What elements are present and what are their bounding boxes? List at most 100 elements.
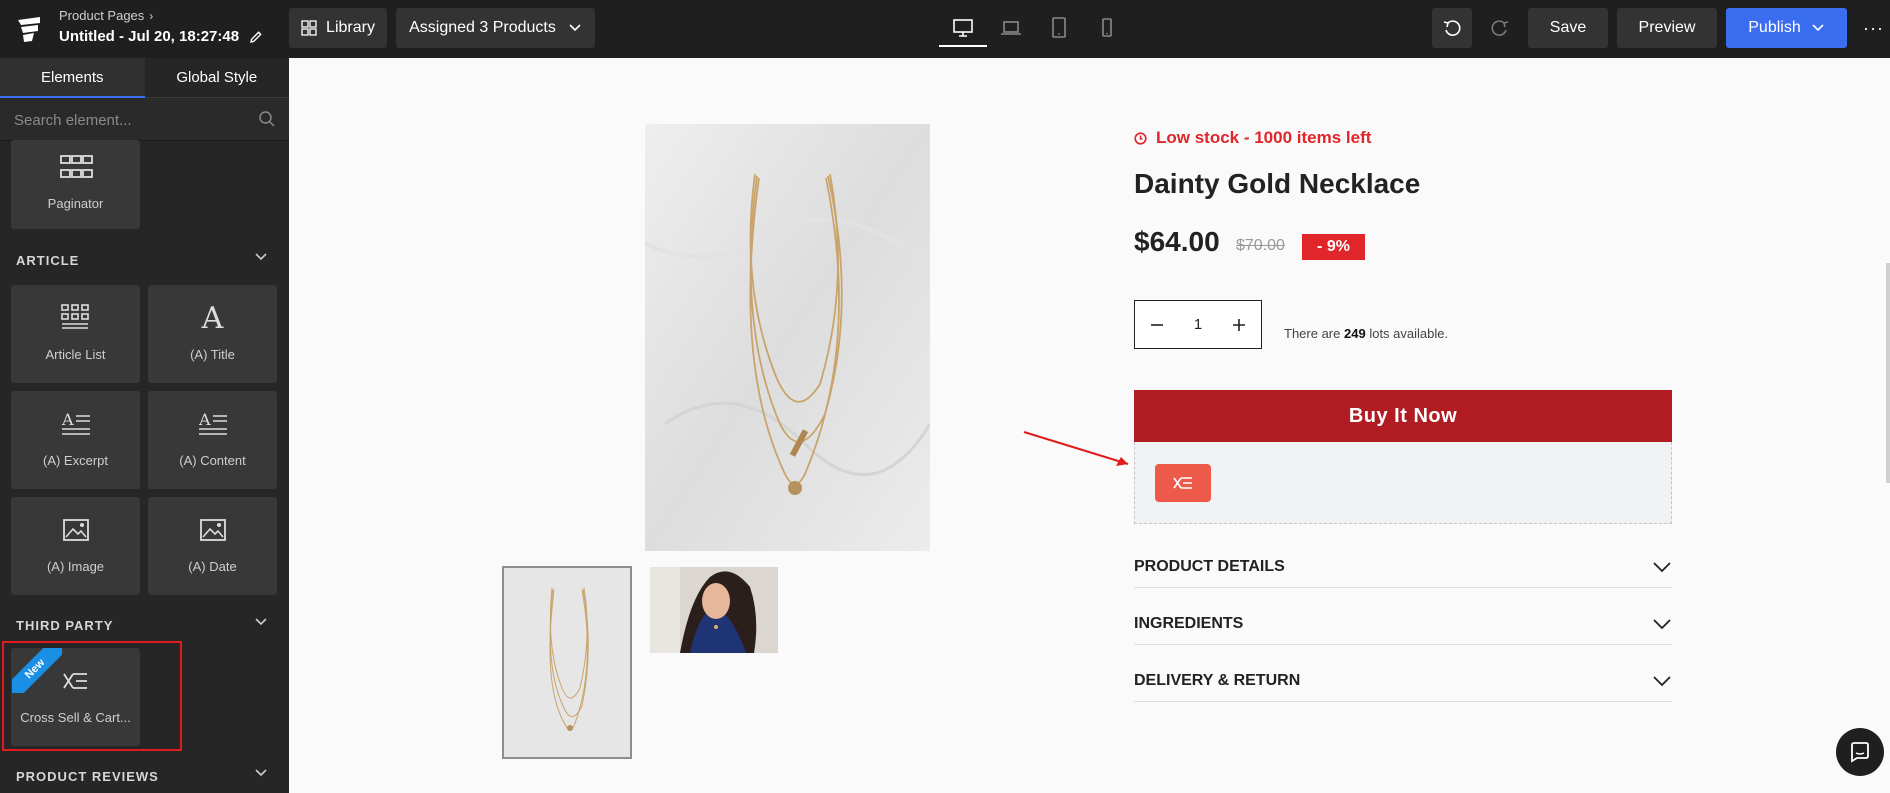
tablet-icon <box>1052 17 1066 38</box>
section-header-product-reviews[interactable]: PRODUCT REVIEWS <box>16 769 159 784</box>
element-tile-content[interactable]: A (A) Content <box>148 391 277 489</box>
save-label: Save <box>1549 19 1587 36</box>
product-title[interactable]: Dainty Gold Necklace <box>1134 168 1420 200</box>
device-desktop-button[interactable] <box>948 14 978 42</box>
save-button[interactable]: Save <box>1528 8 1608 48</box>
chat-icon <box>1851 742 1869 763</box>
more-icon: ··· <box>1863 17 1884 38</box>
doc-title-text: Untitled - Jul 20, 18:27:48 <box>59 28 240 45</box>
product-main-image[interactable] <box>645 124 930 551</box>
search-icon[interactable] <box>258 110 276 128</box>
redo-icon <box>1491 20 1509 36</box>
date-icon <box>199 511 227 549</box>
chevron-down-icon[interactable] <box>254 252 268 262</box>
accordion-product-details[interactable]: PRODUCT DETAILS <box>1134 546 1672 588</box>
breadcrumb-label[interactable]: Product Pages <box>59 8 144 23</box>
chevron-down-icon <box>1812 24 1824 32</box>
element-tile-title[interactable]: A (A) Title <box>148 285 277 383</box>
accordion-ingredients[interactable]: INGREDIENTS <box>1134 603 1672 645</box>
quantity-value[interactable]: 1 <box>1194 316 1202 333</box>
avail-count: 249 <box>1344 326 1366 341</box>
element-tile-article-list[interactable]: Article List <box>11 285 140 383</box>
tile-label: (A) Image <box>46 559 105 574</box>
page-title: Untitled - Jul 20, 18:27:48 <box>59 28 263 45</box>
preview-label: Preview <box>1638 19 1696 36</box>
section-header-third-party[interactable]: THIRD PARTY <box>16 618 113 633</box>
cross-sell-icon <box>1173 477 1192 489</box>
publish-label: Publish <box>1748 19 1801 36</box>
device-mobile-button[interactable] <box>1092 14 1122 42</box>
accordion-label: INGREDIENTS <box>1134 614 1244 632</box>
section-header-article[interactable]: ARTICLE <box>16 253 79 268</box>
library-label: Library <box>326 19 375 36</box>
top-bar: Product Pages › Untitled - Jul 20, 18:27:… <box>0 0 1890 58</box>
compare-at-price[interactable]: $70.00 <box>1236 237 1285 255</box>
tile-label: (A) Content <box>179 453 246 468</box>
cross-sell-widget[interactable] <box>1155 464 1211 502</box>
buy-it-now-button[interactable]: Buy It Now <box>1134 390 1672 442</box>
chevron-down-icon <box>1653 675 1671 686</box>
product-thumbnail-1[interactable] <box>502 566 632 759</box>
plus-icon[interactable] <box>1231 317 1247 333</box>
availability-text: There are 249 lots available. <box>1284 326 1448 341</box>
search-input[interactable] <box>14 109 254 131</box>
chevron-down-icon <box>1653 618 1671 629</box>
avail-prefix: There are <box>1284 326 1341 341</box>
tab-elements[interactable]: Elements <box>0 58 145 98</box>
chevron-right-icon: › <box>149 9 154 23</box>
avail-suffix: lots available. <box>1369 326 1449 341</box>
tile-label: (A) Excerpt <box>42 453 108 468</box>
canvas-scrollbar[interactable] <box>1886 263 1890 483</box>
pencil-icon[interactable] <box>249 30 263 44</box>
accordion-label: PRODUCT DETAILS <box>1134 557 1285 575</box>
svg-text:A: A <box>61 410 74 429</box>
element-tile-date[interactable]: (A) Date <box>148 497 277 595</box>
title-area: Product Pages › Untitled - Jul 20, 18:27:… <box>59 8 263 45</box>
content-icon: A <box>197 405 229 443</box>
element-tile-paginator[interactable]: Paginator <box>11 140 140 229</box>
laptop-icon <box>1001 21 1021 35</box>
app-logo-icon[interactable] <box>14 14 44 44</box>
necklace-image-icon <box>645 124 930 551</box>
undo-button[interactable] <box>1432 8 1472 48</box>
chat-launcher-button[interactable] <box>1836 728 1884 776</box>
tab-global-style[interactable]: Global Style <box>144 58 289 98</box>
undo-icon <box>1443 20 1461 36</box>
image-icon <box>62 511 90 549</box>
svg-text:A: A <box>198 410 211 429</box>
publish-button[interactable]: Publish <box>1726 8 1847 48</box>
device-laptop-button[interactable] <box>996 14 1026 42</box>
chevron-down-icon[interactable] <box>254 617 268 627</box>
minus-icon[interactable] <box>1149 317 1165 333</box>
cross-sell-dropzone[interactable] <box>1134 442 1672 524</box>
accordion-delivery-return[interactable]: DELIVERY & RETURN <box>1134 660 1672 702</box>
element-tile-excerpt[interactable]: A (A) Excerpt <box>11 391 140 489</box>
desktop-icon <box>953 19 973 37</box>
device-tablet-button[interactable] <box>1044 14 1074 42</box>
product-price[interactable]: $64.00 <box>1134 226 1220 258</box>
tile-label: (A) Title <box>190 347 235 362</box>
element-tile-image[interactable]: (A) Image <box>11 497 140 595</box>
library-button[interactable]: Library <box>289 8 387 48</box>
highlight-box <box>2 641 182 751</box>
sidebar-tabs: Elements Global Style <box>0 58 289 98</box>
chevron-down-icon <box>569 24 581 32</box>
accordion-label: DELIVERY & RETURN <box>1134 671 1301 689</box>
stock-text: Low stock - 1000 items left <box>1156 128 1372 147</box>
grid-icon <box>301 20 317 36</box>
assigned-products-dropdown[interactable]: Assigned 3 Products <box>396 8 595 48</box>
assigned-label: Assigned 3 Products <box>409 19 556 36</box>
chevron-down-icon[interactable] <box>254 768 268 778</box>
article-list-icon <box>60 299 92 337</box>
quantity-stepper[interactable]: 1 <box>1134 300 1262 349</box>
element-search <box>0 98 289 141</box>
low-stock-notice: Low stock - 1000 items left <box>1134 128 1371 148</box>
discount-badge[interactable]: - 9% <box>1302 234 1365 260</box>
preview-button[interactable]: Preview <box>1617 8 1717 48</box>
tile-label: Article List <box>45 347 106 362</box>
breadcrumb[interactable]: Product Pages › <box>59 8 263 23</box>
active-device-indicator <box>939 45 987 47</box>
more-options-button[interactable]: ··· <box>1857 8 1890 48</box>
redo-button[interactable] <box>1480 8 1520 48</box>
product-thumbnail-2[interactable] <box>650 567 778 653</box>
